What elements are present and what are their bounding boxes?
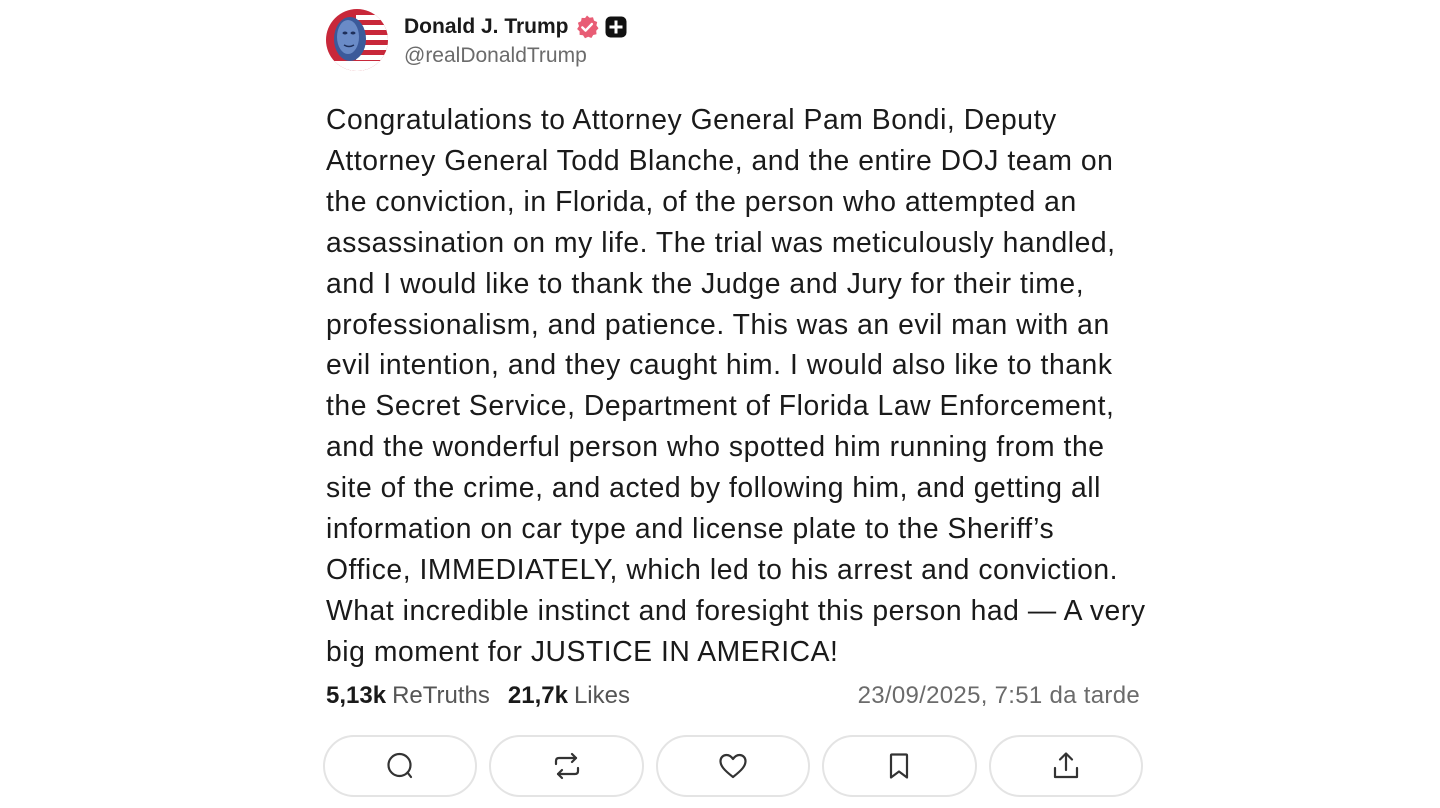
bookmark-button[interactable] (822, 735, 977, 797)
retruth-button[interactable] (489, 735, 644, 797)
author-identity: Donald J. Trump @realDonaldTrump (404, 12, 627, 68)
author-display-name[interactable]: Donald J. Trump (404, 15, 569, 39)
post-meta-row: 5,13k ReTruths 21,7k Likes 23/09/2025, 7:5… (326, 676, 1140, 716)
likes-stat[interactable]: 21,7k Likes (508, 682, 630, 710)
name-row: Donald J. Trump (404, 12, 627, 42)
share-icon (1053, 752, 1078, 779)
post-body-text: Congratulations to Attorney General Pam … (326, 103, 1146, 667)
plus-badge-icon (605, 16, 627, 38)
comment-icon (387, 752, 413, 779)
likes-count: 21,7k (507, 682, 568, 709)
repost-icon (554, 752, 579, 780)
retruths-stat[interactable]: 5,13k ReTruths (326, 682, 490, 710)
share-button[interactable] (988, 735, 1144, 797)
post-card: Donald J. Trump @realDonaldTrump Congrat… (323, 8, 1146, 797)
verified-badge-icon (574, 14, 600, 40)
bookmark-icon (890, 753, 909, 779)
like-button[interactable] (655, 735, 811, 797)
retruths-label: ReTruths (392, 682, 490, 709)
retruths-count: 5,13k (326, 682, 387, 709)
avatar[interactable] (326, 9, 388, 71)
heart-icon (719, 753, 747, 779)
reply-button[interactable] (323, 735, 478, 797)
author-handle[interactable]: @realDonaldTrump (404, 44, 627, 68)
post-timestamp[interactable]: 23/09/2025, 7:51 da tarde (858, 682, 1140, 710)
post-header: Donald J. Trump @realDonaldTrump (326, 8, 1146, 72)
post-action-bar (323, 735, 1144, 797)
avatar-image (326, 9, 388, 71)
likes-label: Likes (573, 682, 630, 709)
